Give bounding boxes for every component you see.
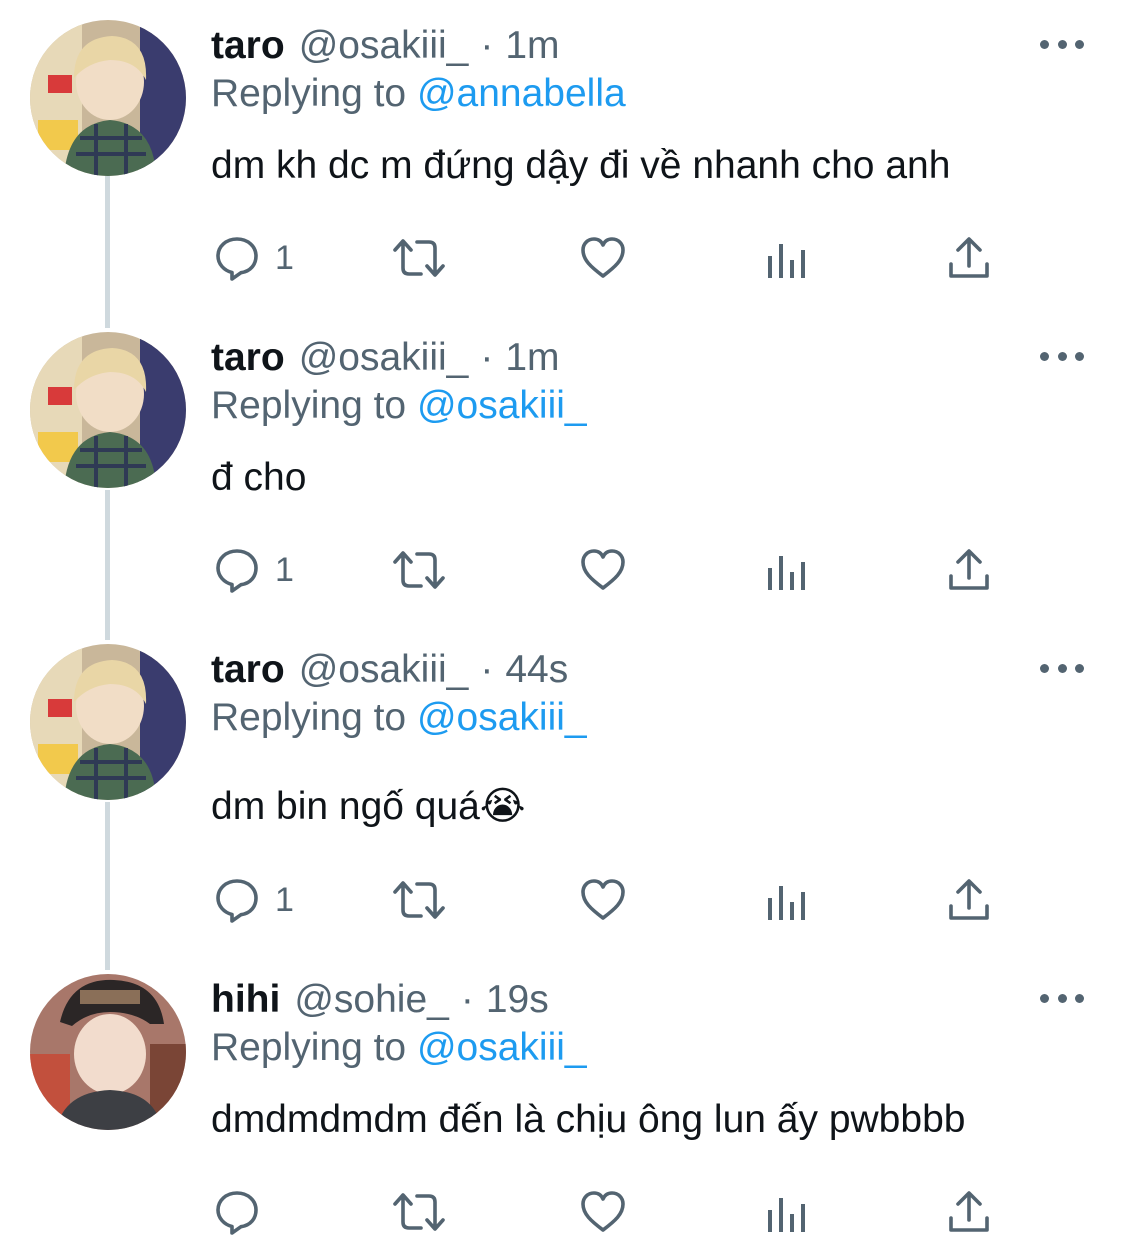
action-bar: 1 bbox=[211, 874, 1011, 926]
analytics-icon bbox=[768, 886, 805, 920]
separator: · bbox=[460, 978, 474, 1021]
analytics-button[interactable] bbox=[765, 232, 809, 284]
tweet[interactable]: hihi @sohie_ · 19s Replying to @osakiii_… bbox=[0, 974, 1125, 1255]
display-name[interactable]: taro bbox=[211, 24, 285, 68]
separator: · bbox=[480, 24, 494, 67]
mention-link[interactable]: @osakiii_ bbox=[417, 1026, 587, 1069]
tweet-text: dmdmdmdm đến là chịu ông lun ấy pwbbbb bbox=[211, 1098, 966, 1141]
replying-to: Replying to @osakiii_ bbox=[211, 696, 587, 740]
more-icon[interactable] bbox=[1040, 34, 1084, 54]
reply-button[interactable]: 1 bbox=[213, 232, 294, 284]
tweet[interactable]: taro @osakiii_ · 1m Replying to @osakiii… bbox=[0, 332, 1125, 622]
display-name[interactable]: taro bbox=[211, 648, 285, 692]
share-icon bbox=[949, 1191, 989, 1232]
tweet-text: dm bin ngố quá😭 bbox=[211, 785, 526, 828]
analytics-button[interactable] bbox=[765, 544, 809, 596]
retweet-button[interactable] bbox=[391, 232, 447, 284]
avatar[interactable] bbox=[30, 644, 186, 800]
tweet-header: taro @osakiii_ · 1m bbox=[211, 20, 560, 72]
share-icon bbox=[949, 549, 989, 590]
reply-icon bbox=[216, 549, 258, 593]
tweet-header: hihi @sohie_ · 19s bbox=[211, 974, 549, 1026]
like-button[interactable] bbox=[579, 1186, 627, 1238]
analytics-icon bbox=[768, 556, 805, 590]
retweet-icon bbox=[393, 551, 445, 589]
separator: · bbox=[480, 648, 494, 691]
avatar-image bbox=[30, 20, 186, 176]
action-bar: 1 bbox=[211, 232, 1011, 284]
analytics-icon bbox=[768, 244, 805, 278]
action-bar: 1 bbox=[211, 544, 1011, 596]
retweet-button[interactable] bbox=[391, 544, 447, 596]
separator: · bbox=[480, 336, 494, 379]
avatar-image bbox=[30, 644, 186, 800]
avatar-image bbox=[30, 974, 186, 1130]
reply-icon bbox=[216, 237, 258, 281]
action-bar bbox=[211, 1186, 1011, 1238]
tweet-text: đ cho bbox=[211, 456, 307, 499]
timestamp[interactable]: 19s bbox=[486, 978, 549, 1022]
avatar[interactable] bbox=[30, 20, 186, 176]
user-handle[interactable]: @sohie_ bbox=[294, 978, 449, 1022]
share-button[interactable] bbox=[945, 232, 993, 284]
mention-link[interactable]: @annabella bbox=[417, 72, 626, 115]
analytics-button[interactable] bbox=[765, 874, 809, 926]
like-button[interactable] bbox=[579, 544, 627, 596]
timestamp[interactable]: 1m bbox=[505, 336, 559, 380]
tweet[interactable]: taro @osakiii_ · 44s Replying to @osakii… bbox=[0, 644, 1125, 954]
heart-icon bbox=[581, 237, 625, 278]
heart-icon bbox=[581, 549, 625, 590]
replying-to-label: Replying to bbox=[211, 1026, 417, 1069]
avatar-image bbox=[30, 332, 186, 488]
avatar[interactable] bbox=[30, 974, 186, 1130]
share-button[interactable] bbox=[945, 874, 993, 926]
replying-to-label: Replying to bbox=[211, 696, 417, 739]
replying-to: Replying to @annabella bbox=[211, 72, 626, 116]
replying-to: Replying to @osakiii_ bbox=[211, 384, 587, 428]
timestamp[interactable]: 44s bbox=[505, 648, 568, 692]
reply-button[interactable]: 1 bbox=[213, 874, 294, 926]
replying-to: Replying to @osakiii_ bbox=[211, 1026, 587, 1070]
user-handle[interactable]: @osakiii_ bbox=[299, 336, 469, 380]
reply-count: 1 bbox=[275, 238, 294, 277]
user-handle[interactable]: @osakiii_ bbox=[299, 24, 469, 68]
tweet-header: taro @osakiii_ · 1m bbox=[211, 332, 560, 384]
retweet-button[interactable] bbox=[391, 1186, 447, 1238]
mention-link[interactable]: @osakiii_ bbox=[417, 384, 587, 427]
like-button[interactable] bbox=[579, 874, 627, 926]
reply-button[interactable] bbox=[213, 1186, 275, 1238]
reply-icon bbox=[216, 1191, 258, 1235]
retweet-icon bbox=[393, 881, 445, 919]
avatar[interactable] bbox=[30, 332, 186, 488]
share-button[interactable] bbox=[945, 544, 993, 596]
share-icon bbox=[949, 879, 989, 920]
reply-icon bbox=[216, 879, 258, 923]
mention-link[interactable]: @osakiii_ bbox=[417, 696, 587, 739]
tweet-header: taro @osakiii_ · 44s bbox=[211, 644, 568, 696]
reply-button[interactable]: 1 bbox=[213, 544, 294, 596]
analytics-button[interactable] bbox=[765, 1186, 809, 1238]
replying-to-label: Replying to bbox=[211, 384, 417, 427]
user-handle[interactable]: @osakiii_ bbox=[299, 648, 469, 692]
reply-count: 1 bbox=[275, 550, 294, 589]
retweet-icon bbox=[393, 239, 445, 277]
more-icon[interactable] bbox=[1040, 988, 1084, 1008]
retweet-icon bbox=[393, 1193, 445, 1231]
more-icon[interactable] bbox=[1040, 346, 1084, 366]
heart-icon bbox=[581, 1191, 625, 1232]
more-icon[interactable] bbox=[1040, 658, 1084, 678]
retweet-button[interactable] bbox=[391, 874, 447, 926]
replying-to-label: Replying to bbox=[211, 72, 417, 115]
share-icon bbox=[949, 237, 989, 278]
share-button[interactable] bbox=[945, 1186, 993, 1238]
heart-icon bbox=[581, 879, 625, 920]
analytics-icon bbox=[768, 1198, 805, 1232]
reply-count: 1 bbox=[275, 880, 294, 919]
timestamp[interactable]: 1m bbox=[505, 24, 559, 68]
tweet[interactable]: taro @osakiii_ · 1m Replying to @annabel… bbox=[0, 20, 1125, 310]
like-button[interactable] bbox=[579, 232, 627, 284]
display-name[interactable]: taro bbox=[211, 336, 285, 380]
tweet-text: dm kh dc m đứng dậy đi về nhanh cho anh bbox=[211, 144, 951, 187]
display-name[interactable]: hihi bbox=[211, 978, 280, 1022]
